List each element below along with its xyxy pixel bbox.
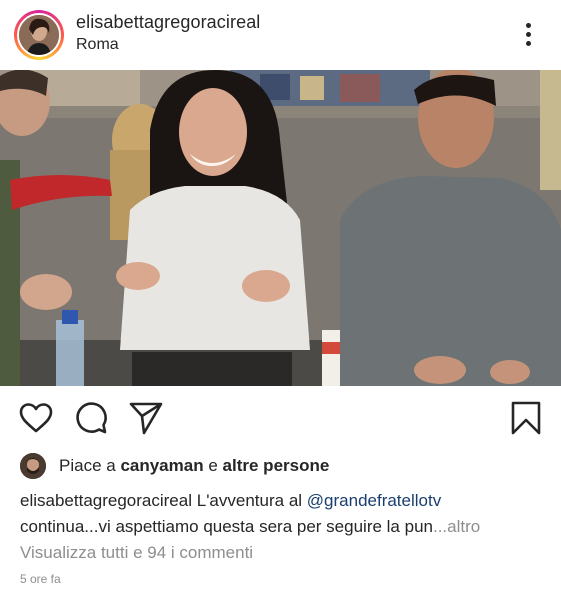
caption-mention[interactable]: @grandefratellotv xyxy=(307,491,441,510)
comment-icon[interactable] xyxy=(73,400,109,436)
more-vertical-icon[interactable] xyxy=(516,20,540,50)
post-location[interactable]: Roma xyxy=(76,36,119,54)
post-username[interactable]: elisabettagregoracireal xyxy=(76,12,260,33)
post-caption: elisabettagregoracireal L'avventura al @… xyxy=(20,488,550,540)
likes-others[interactable]: altre persone xyxy=(223,456,330,475)
send-icon[interactable] xyxy=(128,400,164,436)
likes-text: Piace a canyaman e altre persone xyxy=(59,456,329,476)
caption-text-line2: continua...vi aspettiamo questa sera per… xyxy=(20,517,433,536)
caption-more-link[interactable]: ...altro xyxy=(433,517,480,536)
profile-avatar[interactable] xyxy=(17,13,61,57)
liker-username[interactable]: canyaman xyxy=(120,456,203,475)
liker-avatar[interactable] xyxy=(20,453,46,479)
post-video[interactable] xyxy=(0,70,561,386)
story-ring[interactable] xyxy=(14,10,64,60)
likes-prefix: Piace a xyxy=(59,456,116,475)
post-timestamp: 5 ore fa xyxy=(20,572,61,586)
view-comments-link[interactable]: Visualizza tutti e 94 i commenti xyxy=(20,543,253,563)
likes-conjunction: e xyxy=(208,456,218,475)
caption-text-start: L'avventura al xyxy=(196,491,303,510)
post-actions xyxy=(0,392,561,442)
caption-username[interactable]: elisabettagregoracireal xyxy=(20,491,192,510)
post-header: elisabettagregoracireal Roma xyxy=(0,0,561,70)
bookmark-icon[interactable] xyxy=(508,400,544,436)
heart-icon[interactable] xyxy=(18,400,54,436)
likes-summary[interactable]: Piace a canyaman e altre persone xyxy=(20,452,550,480)
